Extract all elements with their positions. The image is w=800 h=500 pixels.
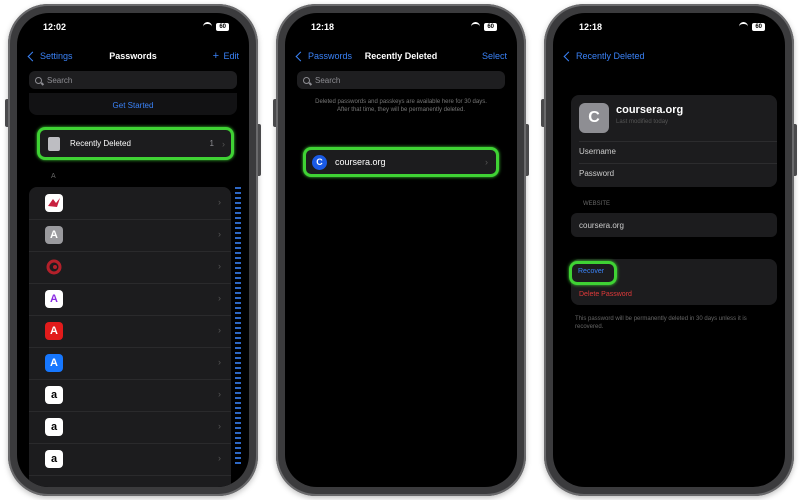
coursera-icon: C bbox=[312, 154, 327, 170]
amazon-icon: a bbox=[45, 386, 63, 404]
chevron-right-icon: › bbox=[218, 421, 221, 431]
select-button[interactable]: Select bbox=[482, 51, 507, 61]
section-header-a: A bbox=[51, 173, 56, 180]
list-item[interactable]: a › bbox=[29, 379, 231, 412]
phone-passwords: 12:02 60 Settings Passwords + Edit Searc… bbox=[5, 4, 261, 496]
list-item[interactable]: a › bbox=[29, 443, 231, 476]
back-button[interactable]: Passwords bbox=[295, 51, 352, 61]
username-field[interactable]: Username bbox=[579, 147, 616, 156]
recover-label: Recover bbox=[578, 268, 605, 275]
screen-recently-deleted: 12:18 60 Passwords Recently Deleted Sele… bbox=[285, 13, 517, 487]
list-item[interactable]: A › bbox=[29, 219, 231, 252]
chevron-right-icon: › bbox=[218, 229, 221, 239]
status-time: 12:02 bbox=[43, 22, 67, 32]
list-item[interactable]: a › bbox=[29, 411, 231, 444]
search-icon bbox=[35, 76, 42, 84]
notch bbox=[351, 13, 451, 33]
search-placeholder: Search bbox=[47, 75, 73, 85]
chevron-left-icon bbox=[563, 51, 574, 61]
amazon-icon: a bbox=[45, 450, 63, 468]
phone-password-detail: 12:18 60 Recently Deleted C coursera.org… bbox=[541, 4, 797, 496]
add-password-button[interactable]: + bbox=[213, 50, 219, 62]
site-subtitle: Last modified today bbox=[616, 119, 669, 125]
password-field[interactable]: Password bbox=[579, 169, 614, 178]
chevron-right-icon: › bbox=[218, 293, 221, 303]
chevron-left-icon bbox=[27, 51, 38, 61]
edit-button[interactable]: Edit bbox=[223, 51, 239, 61]
wifi-icon bbox=[471, 22, 481, 31]
password-detail-card: C coursera.org Last modified today Usern… bbox=[571, 95, 777, 187]
folder-icon bbox=[48, 136, 60, 151]
battery-icon: 60 bbox=[752, 22, 765, 31]
deleted-item-coursera[interactable]: C coursera.org › bbox=[303, 147, 499, 177]
delete-password-button[interactable]: Delete Password bbox=[579, 291, 632, 298]
chevron-right-icon: › bbox=[218, 325, 221, 335]
site-title: coursera.org bbox=[616, 104, 684, 116]
divider bbox=[579, 163, 777, 164]
get-started-link[interactable]: Get Started bbox=[17, 101, 249, 110]
nav-bar: Settings Passwords + Edit bbox=[17, 50, 249, 67]
app-icon-purple-a: A bbox=[45, 290, 63, 308]
list-item[interactable]: A › bbox=[29, 347, 231, 380]
phone-recently-deleted: 12:18 60 Passwords Recently Deleted Sele… bbox=[273, 4, 529, 496]
recently-deleted-row[interactable]: Recently Deleted 1 › bbox=[37, 127, 234, 160]
chevron-right-icon: › bbox=[218, 389, 221, 399]
search-placeholder: Search bbox=[315, 75, 341, 85]
chevron-left-icon bbox=[295, 51, 306, 61]
app-icon-red-swirl bbox=[45, 258, 63, 276]
website-field[interactable]: coursera.org bbox=[571, 213, 777, 237]
password-list: › A › › A › A › A › a › a › a › bbox=[29, 187, 231, 487]
nav-bar: Recently Deleted bbox=[553, 51, 785, 67]
app-icon-blue-a: A bbox=[45, 354, 63, 372]
status-time: 12:18 bbox=[311, 22, 335, 32]
recover-button[interactable]: Recover bbox=[569, 261, 617, 285]
notch bbox=[619, 13, 719, 33]
coursera-icon: C bbox=[579, 103, 609, 133]
app-icon-adobe: A bbox=[45, 322, 63, 340]
amazon-icon: a bbox=[45, 418, 63, 436]
list-item[interactable]: › bbox=[29, 187, 231, 220]
chevron-right-icon: › bbox=[218, 197, 221, 207]
notch bbox=[83, 13, 183, 33]
chevron-right-icon: › bbox=[218, 357, 221, 367]
chevron-right-icon: › bbox=[218, 261, 221, 271]
chevron-right-icon: › bbox=[222, 138, 225, 149]
screen-password-detail: 12:18 60 Recently Deleted C coursera.org… bbox=[553, 13, 785, 487]
back-button[interactable]: Settings bbox=[27, 51, 73, 61]
alphabet-index[interactable] bbox=[235, 187, 241, 467]
recently-deleted-label: Recently Deleted bbox=[70, 139, 131, 148]
chevron-right-icon: › bbox=[485, 157, 488, 167]
list-item[interactable]: A › bbox=[29, 283, 231, 316]
divider bbox=[579, 141, 777, 142]
wifi-icon bbox=[739, 22, 749, 31]
wifi-icon bbox=[203, 22, 213, 31]
status-time: 12:18 bbox=[579, 22, 603, 32]
chevron-right-icon: › bbox=[218, 453, 221, 463]
deleted-item-label: coursera.org bbox=[335, 157, 386, 167]
nav-bar: Passwords Recently Deleted Select bbox=[285, 51, 517, 67]
list-item[interactable]: › bbox=[29, 251, 231, 284]
search-input[interactable]: Search bbox=[29, 71, 237, 89]
search-icon bbox=[303, 76, 310, 84]
app-icon-red-bird bbox=[45, 194, 63, 212]
back-button[interactable]: Recently Deleted bbox=[563, 51, 645, 61]
battery-icon: 60 bbox=[484, 22, 497, 31]
recently-deleted-note: Deleted passwords and passkeys are avail… bbox=[315, 99, 487, 113]
screen-passwords: 12:02 60 Settings Passwords + Edit Searc… bbox=[17, 13, 249, 487]
list-item[interactable]: A › bbox=[29, 315, 231, 348]
deletion-note: This password will be permanently delete… bbox=[575, 316, 747, 330]
search-input[interactable]: Search bbox=[297, 71, 505, 89]
app-icon-gray-a: A bbox=[45, 226, 63, 244]
recently-deleted-count: 1 bbox=[209, 139, 214, 148]
battery-icon: 60 bbox=[216, 22, 229, 31]
website-label: WEBSITE bbox=[583, 201, 611, 207]
